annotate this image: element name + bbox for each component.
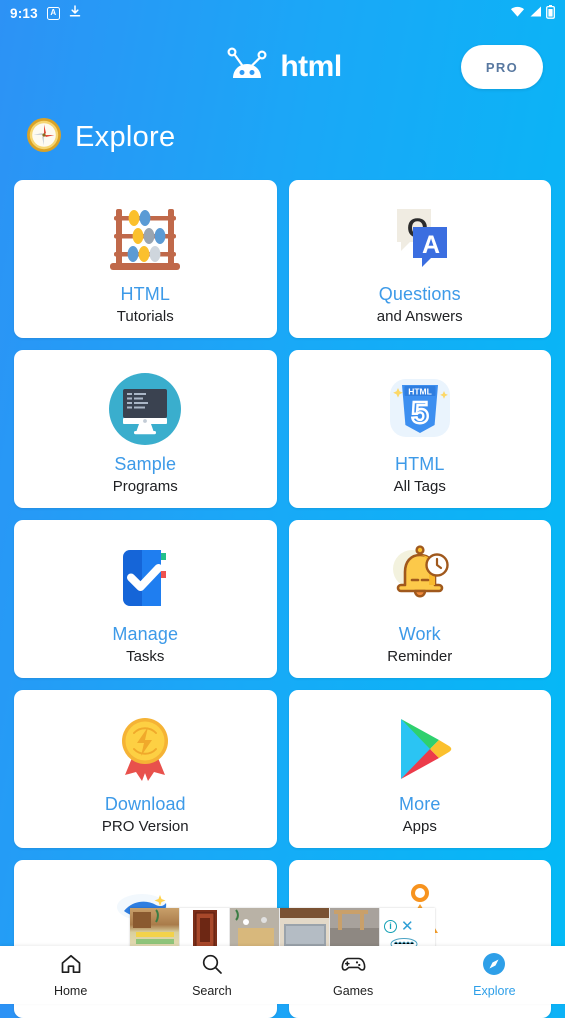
qa-bubbles-icon: Q A (379, 196, 461, 282)
nav-label: Search (192, 984, 232, 998)
bottom-navigation: Home Search Games Explore (0, 946, 565, 1004)
page-title: Explore (75, 120, 176, 153)
abacus-icon (104, 196, 186, 282)
play-store-icon (379, 706, 461, 792)
battery-icon (546, 4, 555, 22)
medal-icon (104, 706, 186, 792)
card-more-apps[interactable]: More Apps (288, 690, 551, 848)
nav-item-games[interactable]: Games (283, 952, 424, 998)
search-icon (200, 952, 224, 981)
wifi-icon (510, 5, 525, 21)
card-subtitle: PRO Version (101, 818, 189, 835)
gamepad-icon (340, 952, 366, 981)
section-header: Explore (0, 108, 565, 166)
status-bar-left: 9:13 A (10, 5, 81, 21)
card-subtitle: All Tags (393, 478, 446, 495)
card-subtitle: Tasks (126, 648, 165, 665)
status-time: 9:13 (10, 5, 38, 21)
card-html-tutorials[interactable]: HTML Tutorials (14, 180, 277, 338)
bell-clock-icon (379, 536, 461, 622)
card-title: Download (104, 794, 186, 814)
svg-text:5: 5 (411, 395, 428, 430)
card-title: HTML (120, 284, 170, 304)
pro-button[interactable]: PRO (461, 45, 543, 89)
card-title: More (399, 794, 441, 814)
card-title: HTML (395, 454, 445, 474)
svg-text:A: A (422, 231, 440, 259)
html5-shield-icon: HTML 5 (379, 366, 461, 452)
card-subtitle: Programs (112, 478, 178, 495)
card-subtitle: Apps (402, 818, 437, 835)
nav-label: Explore (473, 984, 516, 998)
signal-icon (529, 5, 542, 21)
nav-item-explore[interactable]: Explore (424, 952, 565, 998)
card-manage-tasks[interactable]: Manage Tasks (14, 520, 277, 678)
download-icon (69, 5, 81, 21)
card-work-reminder[interactable]: Work Reminder (288, 520, 551, 678)
card-title: Sample (114, 454, 177, 474)
card-html-all-tags[interactable]: HTML 5 HTML All Tags (288, 350, 551, 508)
home-icon (59, 952, 83, 981)
card-questions-answers[interactable]: Q A Questions and Answers (288, 180, 551, 338)
status-bar-right (510, 4, 555, 22)
android-robot-icon (223, 45, 271, 90)
ad-info-icon[interactable]: i (384, 920, 397, 933)
card-download-pro[interactable]: Download PRO Version (14, 690, 277, 848)
explore-grid: HTML Tutorials Q A Questions and Answers (0, 166, 565, 1018)
app-logo-text: html (280, 50, 342, 83)
ad-close-icon[interactable]: ✕ (401, 919, 414, 934)
card-subtitle: Tutorials (116, 308, 174, 325)
card-subtitle: Reminder (387, 648, 453, 665)
compass-icon (26, 117, 62, 158)
app-bar: html PRO (0, 26, 565, 108)
status-bar: 9:13 A (0, 0, 565, 26)
card-sample-programs[interactable]: Sample Programs (14, 350, 277, 508)
check-book-icon (104, 536, 186, 622)
card-title: Manage (112, 624, 179, 644)
nav-item-search[interactable]: Search (141, 952, 282, 998)
card-title: Work (398, 624, 441, 644)
code-monitor-icon (104, 366, 186, 452)
nav-label: Games (332, 984, 374, 998)
card-subtitle: and Answers (376, 308, 463, 325)
card-title: Questions (378, 284, 461, 304)
nav-label: Home (53, 984, 88, 998)
app-badge-icon: A (46, 6, 60, 20)
nav-item-home[interactable]: Home (0, 952, 141, 998)
compass-icon (482, 952, 506, 981)
